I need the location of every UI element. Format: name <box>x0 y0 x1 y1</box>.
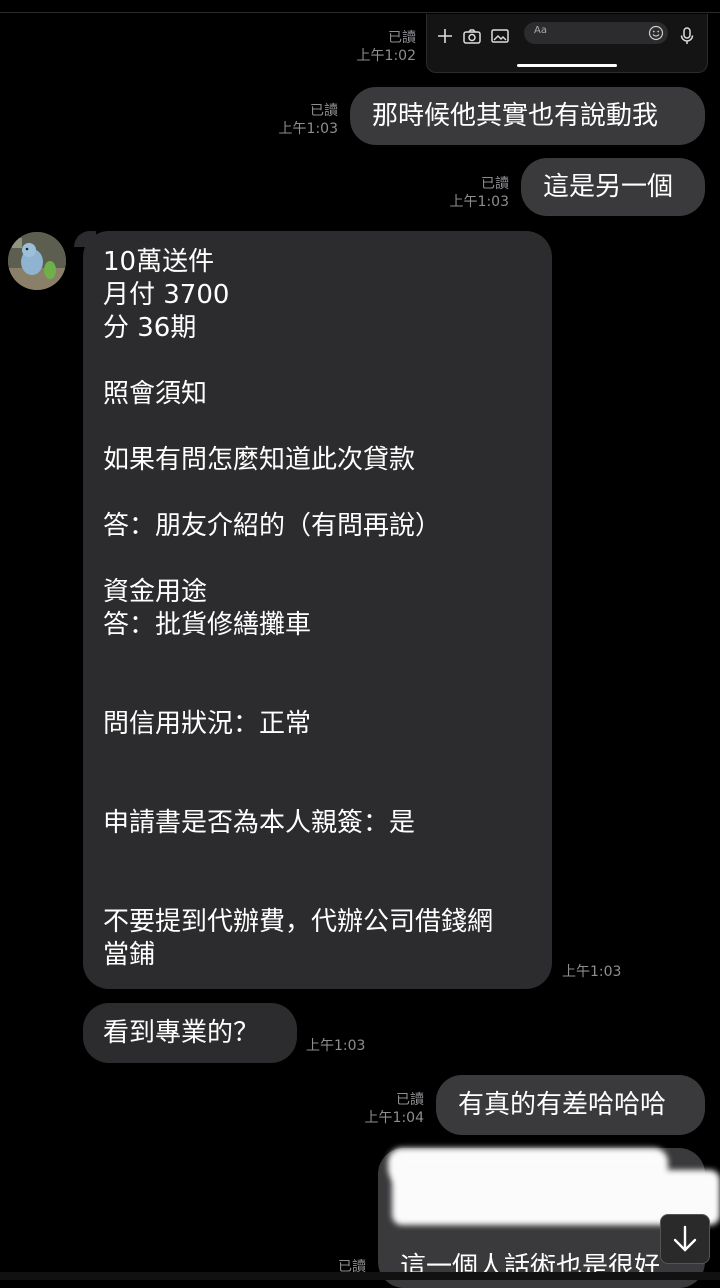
outgoing-message-bubble[interactable]: 有真的有差哈哈哈 <box>436 1075 705 1135</box>
scroll-to-bottom-button[interactable] <box>660 1214 710 1264</box>
top-divider <box>0 0 720 13</box>
message-line: 月付 3700 <box>103 280 230 310</box>
message-line: 分 36期 <box>103 313 197 343</box>
message-input-placeholder: Aa <box>534 25 547 36</box>
arrow-down-icon <box>673 1225 697 1252</box>
timestamp: 上午1:03 <box>278 121 338 137</box>
timestamp: 上午1:04 <box>364 1110 424 1126</box>
message-line: 當鋪 <box>103 940 156 970</box>
message-meta: 已讀 上午1:03 <box>260 102 338 138</box>
message-meta: 已讀 上午1:02 <box>340 29 416 65</box>
message-text: 那時候他其實也有說動我 <box>372 101 659 131</box>
smile-icon[interactable] <box>648 25 664 41</box>
timestamp: 上午1:03 <box>306 1038 366 1054</box>
read-receipt: 已讀 <box>310 103 338 119</box>
incoming-message-bubble[interactable]: 10萬送件 月付 3700 分 36期照會須知如果有問怎麼知道此次貸款 答：朋友介紹的… <box>83 231 552 989</box>
timestamp: 上午1:03 <box>449 194 509 210</box>
camera-icon[interactable] <box>462 26 482 46</box>
message-text: 看到專業的？ <box>103 1018 260 1048</box>
message-line: 答：朋友介紹的（有問再說） <box>103 511 442 541</box>
message-line: 如果有問怎麼知道此次貸款 <box>103 445 416 475</box>
message-meta: 已讀 上午1:04 <box>345 1091 424 1127</box>
timestamp: 上午1:03 <box>562 964 622 980</box>
message-meta: 已讀 上午1:03 <box>430 175 509 211</box>
message-line: 10萬送件 <box>103 247 215 277</box>
read-receipt: 已讀 <box>388 30 416 46</box>
outgoing-message-bubble[interactable]: 那時候他其實也有說動我 <box>350 87 705 145</box>
message-input[interactable]: Aa <box>524 22 668 44</box>
read-receipt: 已讀 <box>481 176 509 192</box>
bottom-edge <box>0 1272 720 1280</box>
incoming-message-bubble[interactable]: 看到專業的？ <box>83 1003 297 1063</box>
outgoing-message-bubble[interactable]: 這是另一個 <box>521 158 705 216</box>
message-line: 申請書是否為本人親簽：是 <box>103 808 416 838</box>
message-text: 10萬送件 月付 3700 分 36期照會須知如果有問怎麼知道此次貸款 答：朋友介紹的… <box>103 246 532 972</box>
message-text: 這是另一個 <box>543 172 674 202</box>
message-line: 答：批貨修繕攤車 <box>103 610 312 640</box>
message-line: 不要提到代辦費，代辦公司借錢網 <box>103 907 494 937</box>
message-line: 問信用狀況：正常 <box>103 709 312 739</box>
home-indicator <box>517 64 617 67</box>
timestamp: 上午1:02 <box>356 48 416 64</box>
message-input-bar: Aa <box>426 14 708 73</box>
message-line: 照會須知 <box>103 379 208 409</box>
plus-icon[interactable] <box>435 26 455 46</box>
microphone-icon[interactable] <box>677 26 697 46</box>
message-text: 有真的有差哈哈哈 <box>458 1090 667 1120</box>
contact-avatar[interactable] <box>8 232 66 290</box>
message-line: 資金用途 <box>103 577 208 607</box>
image-icon[interactable] <box>490 26 510 46</box>
read-receipt: 已讀 <box>396 1092 424 1108</box>
